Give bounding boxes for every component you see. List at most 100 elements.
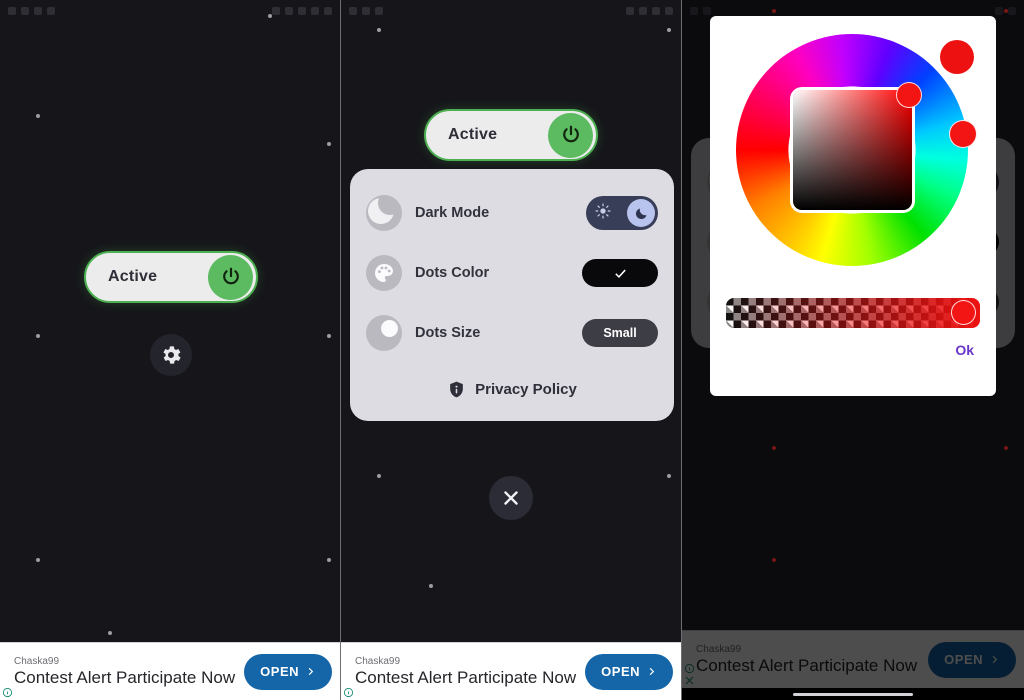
sun-icon bbox=[589, 202, 611, 224]
settings-row-dots-size[interactable]: Dots Size Small bbox=[366, 303, 658, 363]
power-icon[interactable] bbox=[208, 254, 253, 300]
shield-info-icon bbox=[450, 381, 463, 397]
signal-status-icon bbox=[311, 7, 319, 15]
gear-icon bbox=[163, 346, 181, 364]
chevron-right-icon bbox=[649, 667, 655, 676]
background-dot bbox=[268, 14, 272, 18]
wifi-icon bbox=[21, 7, 29, 15]
status-bar bbox=[341, 0, 681, 22]
background-dot bbox=[327, 334, 331, 338]
settings-canvas: Active Dark Mode Dots Color Dots Size Sm… bbox=[341, 0, 681, 700]
ad-marks bbox=[343, 687, 354, 698]
color-picker-dialog: Ok bbox=[710, 16, 996, 396]
dots-color-swatch-button[interactable] bbox=[582, 259, 658, 287]
panel-home-screen: Active Chaska99 Contest Alert Participat… bbox=[0, 0, 341, 700]
color-picker-canvas: Active Dark Mode bbox=[682, 0, 1024, 700]
ad-open-button[interactable]: OPEN bbox=[244, 653, 332, 690]
moon-icon bbox=[366, 195, 402, 231]
mail-icon bbox=[47, 7, 55, 15]
ad-open-label: OPEN bbox=[601, 664, 640, 679]
background-dot bbox=[429, 584, 433, 588]
ad-text-column: Chaska99 Contest Alert Participate Now bbox=[14, 655, 244, 688]
signal-icon bbox=[8, 7, 16, 15]
ad-banner[interactable]: Chaska99 Contest Alert Participate Now O… bbox=[341, 642, 681, 700]
active-toggle-button[interactable]: Active bbox=[424, 109, 598, 161]
ad-advertiser: Chaska99 bbox=[14, 656, 60, 667]
settings-card: Dark Mode Dots Color Dots Size Small Pri… bbox=[350, 169, 674, 421]
wifi-status-icon bbox=[298, 7, 306, 15]
color-wheel-area bbox=[724, 28, 982, 286]
active-toggle-label: Active bbox=[448, 126, 498, 143]
signal-icon bbox=[349, 7, 357, 15]
battery-icon bbox=[272, 7, 280, 15]
background-dot bbox=[36, 558, 40, 562]
saturation-value-marker[interactable] bbox=[896, 82, 922, 108]
background-dot bbox=[327, 558, 331, 562]
background-dot bbox=[108, 631, 112, 635]
color-preview-swatch bbox=[940, 40, 974, 74]
check-icon bbox=[614, 269, 626, 278]
background-dot bbox=[667, 28, 671, 32]
background-dot bbox=[36, 114, 40, 118]
alarm-icon bbox=[375, 7, 383, 15]
saturation-value-square[interactable] bbox=[793, 90, 912, 210]
info-icon bbox=[343, 687, 354, 698]
ad-banner[interactable]: Chaska99 Contest Alert Participate Now O… bbox=[0, 642, 340, 700]
battery-icon bbox=[626, 7, 634, 15]
palette-icon bbox=[366, 255, 402, 291]
system-navigation-bar bbox=[682, 688, 1024, 700]
moon-icon bbox=[635, 208, 646, 219]
settings-row-label: Dots Size bbox=[415, 325, 481, 341]
status-bar-right bbox=[272, 7, 332, 15]
status-bar-left bbox=[8, 7, 55, 15]
circle-half-icon bbox=[366, 315, 402, 351]
background-dot bbox=[377, 474, 381, 478]
background-dot bbox=[667, 474, 671, 478]
active-toggle-label: Active bbox=[108, 268, 158, 285]
ad-open-button[interactable]: OPEN bbox=[585, 653, 673, 690]
privacy-policy-label: Privacy Policy bbox=[475, 380, 577, 398]
background-dot bbox=[36, 334, 40, 338]
dark-mode-toggle-switch[interactable] bbox=[586, 196, 658, 230]
toggle-knob[interactable] bbox=[627, 199, 655, 227]
active-toggle-button[interactable]: Active bbox=[84, 251, 258, 303]
close-icon bbox=[504, 491, 518, 505]
settings-gear-button[interactable] bbox=[150, 334, 192, 376]
ad-open-label: OPEN bbox=[260, 664, 299, 679]
settings-row-label: Dots Color bbox=[415, 265, 490, 281]
hue-marker[interactable] bbox=[949, 120, 977, 148]
settings-row-dark-mode[interactable]: Dark Mode bbox=[366, 183, 658, 243]
ad-advertiser: Chaska99 bbox=[355, 656, 401, 667]
settings-row-dots-color[interactable]: Dots Color bbox=[366, 243, 658, 303]
background-dot bbox=[377, 28, 381, 32]
ad-text-column: Chaska99 Contest Alert Participate Now bbox=[355, 655, 585, 688]
panel-color-picker-screen: Active Dark Mode bbox=[682, 0, 1024, 700]
close-settings-button[interactable] bbox=[489, 476, 533, 520]
alpha-marker[interactable] bbox=[951, 300, 976, 325]
alpha-slider[interactable] bbox=[726, 298, 980, 328]
settings-row-label: Dark Mode bbox=[415, 205, 490, 221]
home-canvas: Active bbox=[0, 0, 340, 700]
screenshot-stage: Active Chaska99 Contest Alert Participat… bbox=[0, 0, 1024, 700]
status-bar-left bbox=[349, 7, 383, 15]
privacy-policy-link[interactable]: Privacy Policy bbox=[366, 373, 658, 405]
vibrate-icon bbox=[285, 7, 293, 15]
wifi-status-icon bbox=[652, 7, 660, 15]
panel-settings-screen: Active Dark Mode Dots Color Dots Size Sm… bbox=[341, 0, 682, 700]
background-dot bbox=[327, 142, 331, 146]
clock-icon bbox=[665, 7, 673, 15]
info-icon bbox=[2, 687, 13, 698]
chevron-right-icon bbox=[308, 667, 314, 676]
alarm-icon bbox=[34, 7, 42, 15]
wifi-icon bbox=[362, 7, 370, 15]
clock-icon bbox=[324, 7, 332, 15]
power-icon[interactable] bbox=[548, 112, 593, 158]
status-bar bbox=[0, 0, 340, 22]
status-bar-right bbox=[626, 7, 673, 15]
ad-headline: Contest Alert Participate Now bbox=[355, 668, 577, 687]
home-gesture-handle[interactable] bbox=[793, 692, 913, 696]
ad-headline: Contest Alert Participate Now bbox=[14, 668, 236, 687]
color-picker-ok-button[interactable]: Ok bbox=[724, 342, 982, 358]
dots-size-value-button[interactable]: Small bbox=[582, 319, 658, 347]
vibrate-icon bbox=[639, 7, 647, 15]
